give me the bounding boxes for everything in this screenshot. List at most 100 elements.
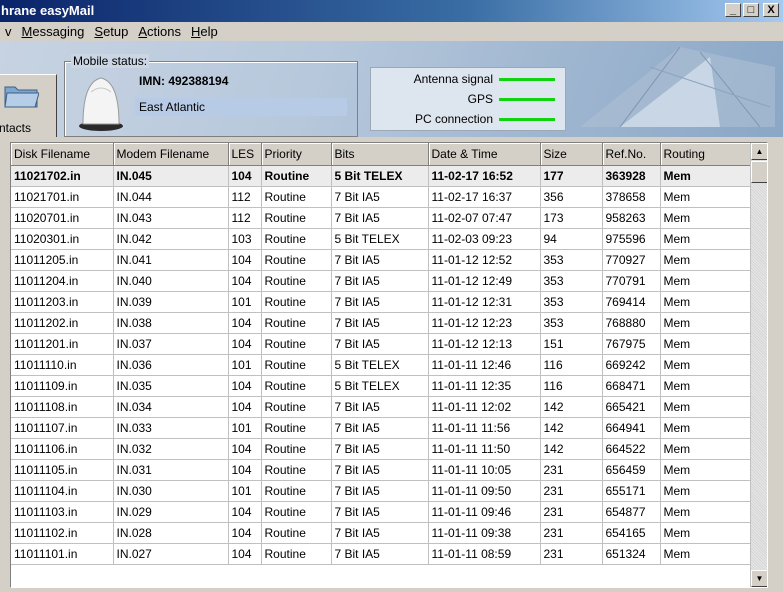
table-row[interactable]: 11020301.in IN.042 103 Routine 5 Bit TELEX 11… xyxy=(11,228,751,250)
close-button[interactable]: X xyxy=(763,3,779,17)
column-header-les[interactable]: LES xyxy=(228,143,262,166)
menu-help[interactable]: Help xyxy=(186,24,223,39)
column-header-priority[interactable]: Priority xyxy=(261,143,332,166)
cell-routing: Mem xyxy=(660,396,751,418)
menu-setup[interactable]: Setup xyxy=(89,24,133,39)
cell-routing: Mem xyxy=(660,522,751,544)
cell-bits: 7 Bit IA5 xyxy=(331,438,429,460)
cell-ref-no: 769414 xyxy=(602,291,661,313)
mobile-status-legend: Mobile status: xyxy=(71,54,150,68)
table-row[interactable]: 11011106.in IN.032 104 Routine 7 Bit IA5 11-0… xyxy=(11,438,751,460)
cell-size: 231 xyxy=(540,501,603,523)
menu-view[interactable]: v xyxy=(0,24,17,39)
cell-priority: Routine xyxy=(261,354,332,376)
menu-actions[interactable]: Actions xyxy=(133,24,186,39)
table-row[interactable]: 11021702.in IN.045 104 Routine 5 Bit TELEX 11… xyxy=(11,165,751,187)
ocean-region: East Atlantic xyxy=(135,98,347,116)
gps-row: GPS xyxy=(468,92,555,106)
table-row[interactable]: 11011107.in IN.033 101 Routine 7 Bit IA5 11-0… xyxy=(11,417,751,439)
cell-routing: Mem xyxy=(660,228,751,250)
scroll-thumb[interactable] xyxy=(751,161,767,183)
table-row[interactable]: 11011201.in IN.037 104 Routine 7 Bit IA5 11-0… xyxy=(11,333,751,355)
cell-modem-filename: IN.040 xyxy=(113,270,229,292)
table-row[interactable]: 11011202.in IN.038 104 Routine 7 Bit IA5 11-0… xyxy=(11,312,751,334)
cell-ref-no: 655171 xyxy=(602,480,661,502)
cell-routing: Mem xyxy=(660,375,751,397)
cell-routing: Mem xyxy=(660,438,751,460)
column-header-routing[interactable]: Routing xyxy=(660,143,751,166)
cell-date-time: 11-01-12 12:13 xyxy=(428,333,541,355)
cell-bits: 7 Bit IA5 xyxy=(331,501,429,523)
cell-bits: 5 Bit TELEX xyxy=(331,228,429,250)
table-row[interactable]: 11011203.in IN.039 101 Routine 7 Bit IA5 11-0… xyxy=(11,291,751,313)
table-row[interactable]: 11011102.in IN.028 104 Routine 7 Bit IA5 11-0… xyxy=(11,522,751,544)
table-row[interactable]: 11011205.in IN.041 104 Routine 7 Bit IA5 11-0… xyxy=(11,249,751,271)
table-row[interactable]: 11020701.in IN.043 112 Routine 7 Bit IA5 11-0… xyxy=(11,207,751,229)
cell-ref-no: 656459 xyxy=(602,459,661,481)
scroll-down-button[interactable]: ▼ xyxy=(751,570,767,587)
scroll-up-button[interactable]: ▲ xyxy=(751,143,767,160)
table-row[interactable]: 11021701.in IN.044 112 Routine 7 Bit IA5 11-0… xyxy=(11,186,751,208)
cell-les: 103 xyxy=(228,228,262,250)
cell-modem-filename: IN.044 xyxy=(113,186,229,208)
cell-les: 101 xyxy=(228,354,262,376)
cell-date-time: 11-02-17 16:37 xyxy=(428,186,541,208)
table-row[interactable]: 11011104.in IN.030 101 Routine 7 Bit IA5 11-0… xyxy=(11,480,751,502)
cell-les: 104 xyxy=(228,396,262,418)
cell-routing: Mem xyxy=(660,459,751,481)
gps-bar xyxy=(499,97,555,101)
column-header-date-time[interactable]: Date & Time xyxy=(428,143,541,166)
cell-modem-filename: IN.036 xyxy=(113,354,229,376)
cell-modem-filename: IN.033 xyxy=(113,417,229,439)
column-header-modem-filename[interactable]: Modem Filename xyxy=(113,143,229,166)
cell-modem-filename: IN.042 xyxy=(113,228,229,250)
cell-les: 104 xyxy=(228,249,262,271)
title-bar: hrane easyMail _ □ X xyxy=(0,0,783,22)
cell-modem-filename: IN.031 xyxy=(113,459,229,481)
cell-size: 142 xyxy=(540,417,603,439)
cell-les: 101 xyxy=(228,417,262,439)
cell-les: 112 xyxy=(228,186,262,208)
cell-les: 104 xyxy=(228,312,262,334)
cell-ref-no: 664522 xyxy=(602,438,661,460)
cell-modem-filename: IN.030 xyxy=(113,480,229,502)
menu-messaging[interactable]: Messaging xyxy=(17,24,90,39)
minimize-button[interactable]: _ xyxy=(725,3,741,17)
table-row[interactable]: 11011101.in IN.027 104 Routine 7 Bit IA5 11-0… xyxy=(11,543,751,565)
cell-date-time: 11-02-03 09:23 xyxy=(428,228,541,250)
table-row[interactable]: 11011108.in IN.034 104 Routine 7 Bit IA5 11-0… xyxy=(11,396,751,418)
column-header-size[interactable]: Size xyxy=(540,143,603,166)
table-row[interactable]: 11011204.in IN.040 104 Routine 7 Bit IA5 11-0… xyxy=(11,270,751,292)
column-header-disk-filename[interactable]: Disk Filename xyxy=(11,143,114,166)
cell-priority: Routine xyxy=(261,249,332,271)
cell-size: 353 xyxy=(540,291,603,313)
table-row[interactable]: 11011103.in IN.029 104 Routine 7 Bit IA5 11-0… xyxy=(11,501,751,523)
window-title: hrane easyMail xyxy=(1,3,95,18)
cell-ref-no: 668471 xyxy=(602,375,661,397)
cell-size: 151 xyxy=(540,333,603,355)
cell-disk-filename: 11011104.in xyxy=(11,480,114,502)
cell-ref-no: 958263 xyxy=(602,207,661,229)
cell-routing: Mem xyxy=(660,186,751,208)
table-row[interactable]: 11011105.in IN.031 104 Routine 7 Bit IA5 11-0… xyxy=(11,459,751,481)
cell-disk-filename: 11011202.in xyxy=(11,312,114,334)
contacts-button[interactable]: ntacts xyxy=(0,74,57,137)
maximize-button[interactable]: □ xyxy=(743,3,759,17)
table-row[interactable]: 11011110.in IN.036 101 Routine 5 Bit TELEX 11… xyxy=(11,354,751,376)
cell-disk-filename: 11020301.in xyxy=(11,228,114,250)
contacts-folder-icon xyxy=(4,86,39,108)
cell-size: 142 xyxy=(540,396,603,418)
cell-ref-no: 768880 xyxy=(602,312,661,334)
cell-les: 112 xyxy=(228,207,262,229)
table-row[interactable]: 11011109.in IN.035 104 Routine 5 Bit TELEX 11… xyxy=(11,375,751,397)
vertical-scrollbar[interactable]: ▲ ▼ xyxy=(750,143,767,587)
column-header-ref-no[interactable]: Ref.No. xyxy=(602,143,661,166)
cell-bits: 7 Bit IA5 xyxy=(331,459,429,481)
cell-routing: Mem xyxy=(660,501,751,523)
cell-routing: Mem xyxy=(660,312,751,334)
cell-bits: 7 Bit IA5 xyxy=(331,333,429,355)
messages-table-container: Disk Filename Modem Filename LES Priority Bi… xyxy=(10,142,768,588)
cell-date-time: 11-01-11 08:59 xyxy=(428,543,541,565)
cell-bits: 7 Bit IA5 xyxy=(331,480,429,502)
column-header-bits[interactable]: Bits xyxy=(331,143,429,166)
